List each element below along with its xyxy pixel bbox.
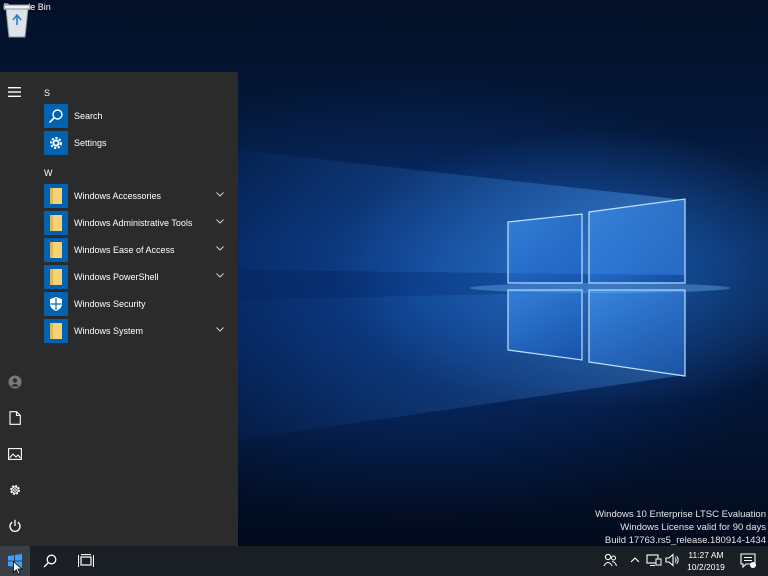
search-icon — [43, 554, 57, 568]
taskbar: 11:27 AM 10/2/2019 — [0, 546, 768, 576]
task-view-icon — [78, 554, 94, 567]
people-icon[interactable] — [603, 553, 617, 567]
app-label: Windows Security — [74, 298, 146, 309]
documents-button[interactable] — [2, 405, 28, 431]
app-label: Windows Ease of Access — [74, 244, 175, 255]
group-header-w[interactable]: W — [40, 164, 232, 182]
user-icon — [8, 375, 22, 389]
app-label: Search — [74, 110, 103, 121]
app-label: Windows PowerShell — [74, 271, 159, 282]
task-view-button[interactable] — [68, 546, 104, 576]
folder-icon — [44, 318, 68, 343]
app-list: S Search Settings W Windows Accessories … — [40, 84, 232, 344]
document-icon — [9, 411, 21, 425]
folder-icon — [44, 264, 68, 289]
start-menu-rail — [0, 72, 30, 546]
watermark-build: Build 17763.rs5_release.180914-1434 — [604, 535, 766, 546]
chevron-down-icon[interactable] — [216, 219, 224, 224]
settings-button[interactable] — [2, 477, 28, 503]
app-label: Settings — [74, 137, 107, 148]
app-windows-system[interactable]: Windows System — [40, 317, 232, 344]
folder-icon — [44, 210, 68, 235]
pictures-button[interactable] — [2, 441, 28, 467]
start-menu: S Search Settings W Windows Accessories … — [0, 72, 238, 546]
clock-time: 11:27 AM — [688, 550, 724, 560]
network-icon[interactable] — [646, 553, 662, 567]
folder-icon — [44, 237, 68, 262]
chevron-down-icon[interactable] — [216, 246, 224, 251]
chevron-down-icon[interactable] — [216, 273, 224, 278]
action-center-icon[interactable] — [740, 553, 756, 568]
app-windows-security[interactable]: Windows Security — [40, 290, 232, 317]
power-icon — [9, 519, 21, 532]
chevron-up-icon[interactable] — [630, 553, 640, 567]
chevron-down-icon[interactable] — [216, 192, 224, 197]
app-label: Windows System — [74, 325, 144, 336]
watermark-edition: Windows 10 Enterprise LTSC Evaluation — [595, 509, 766, 520]
power-button[interactable] — [2, 513, 28, 539]
recycle-bin[interactable]: Recycle Bin — [2, 2, 52, 38]
clock-date: 10/2/2019 — [687, 562, 725, 572]
app-windows-administrative-tools[interactable]: Windows Administrative Tools — [40, 209, 232, 236]
chevron-down-icon[interactable] — [216, 327, 224, 332]
app-windows-powershell[interactable]: Windows PowerShell — [40, 263, 232, 290]
app-label: Windows Accessories — [74, 190, 162, 201]
taskbar-search-button[interactable] — [32, 546, 68, 576]
gear-icon — [10, 485, 20, 495]
app-label: Windows Administrative Tools — [74, 217, 193, 228]
system-clock[interactable]: 11:27 AM 10/2/2019 — [680, 549, 732, 573]
expand-menu-button[interactable] — [2, 79, 28, 105]
recycle-bin-icon — [3, 4, 31, 38]
watermark-license: Windows License valid for 90 days — [620, 522, 766, 533]
folder-icon — [44, 183, 68, 208]
pictures-icon — [8, 448, 22, 460]
mouse-cursor — [13, 561, 23, 575]
user-account-button[interactable] — [2, 369, 28, 395]
hamburger-icon — [8, 87, 21, 97]
app-windows-ease-of-access[interactable]: Windows Ease of Access — [40, 236, 232, 263]
app-settings[interactable]: Settings — [40, 129, 232, 156]
volume-icon[interactable] — [665, 553, 679, 567]
gear-icon — [44, 130, 68, 155]
search-icon — [44, 103, 68, 128]
group-header-s[interactable]: S — [40, 84, 232, 102]
app-search[interactable]: Search — [40, 102, 232, 129]
activation-watermark: Windows 10 Enterprise LTSC Evaluation Wi… — [595, 508, 766, 546]
shield-icon — [44, 291, 68, 316]
app-windows-accessories[interactable]: Windows Accessories — [40, 182, 232, 209]
